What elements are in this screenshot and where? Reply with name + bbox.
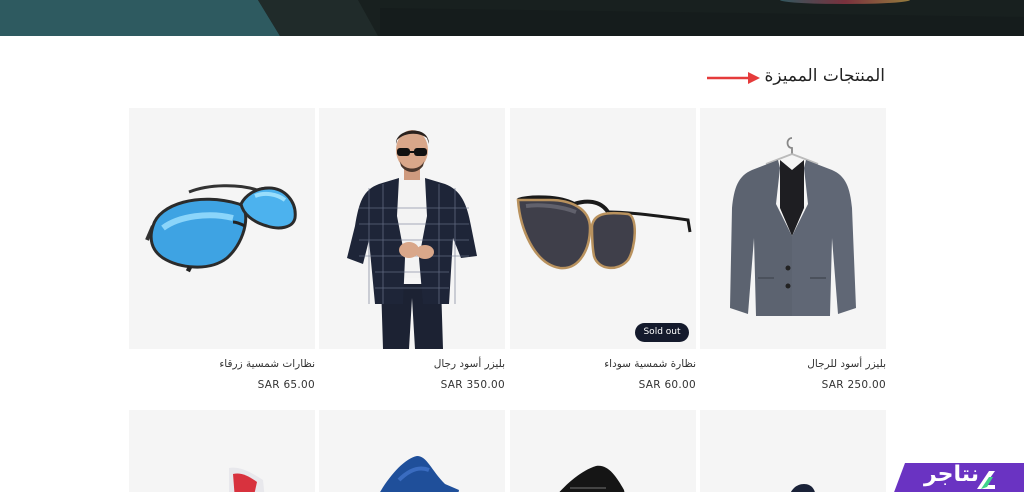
product-image[interactable]	[319, 108, 505, 349]
banner-glow	[780, 0, 910, 4]
product-price: SAR 60.00	[638, 379, 696, 391]
hero-banner	[0, 0, 1024, 36]
blue-sunglasses-icon	[145, 184, 297, 273]
product-name[interactable]: نظارات شمسية زرقاء	[219, 358, 315, 370]
grey-blazer-icon	[730, 137, 856, 316]
man-blazer-photo	[347, 130, 477, 349]
product-price: SAR 350.00	[440, 379, 505, 391]
product-name[interactable]: بليزر أسود رجال	[434, 358, 505, 370]
sneaker-icon	[380, 456, 459, 492]
brand-name: نتاجر	[924, 462, 980, 487]
product-price: SAR 250.00	[821, 379, 886, 391]
product-image[interactable]	[319, 410, 505, 492]
product-name[interactable]: نظارة شمسية سوداء	[604, 358, 696, 370]
banner-teal-panel	[0, 0, 280, 36]
shoe-icon	[790, 484, 815, 492]
product-image[interactable]	[510, 410, 696, 492]
arrow-icon	[707, 72, 760, 84]
sold-out-badge: Sold out	[635, 323, 689, 342]
section-title: المنتجات المميزة	[764, 66, 885, 86]
banner-shadow	[380, 8, 1024, 36]
product-image[interactable]	[700, 410, 886, 492]
product-name[interactable]: بليزر أسود للرجال	[807, 358, 886, 370]
sneaker-icon	[229, 467, 265, 492]
product-image[interactable]	[129, 108, 315, 349]
product-price: SAR 65.00	[257, 379, 315, 391]
black-sunglasses-icon	[516, 195, 692, 270]
product-image[interactable]	[129, 410, 315, 492]
sneaker-icon	[559, 465, 625, 492]
product-image[interactable]	[700, 108, 886, 349]
product-image[interactable]: Sold out	[510, 108, 696, 349]
